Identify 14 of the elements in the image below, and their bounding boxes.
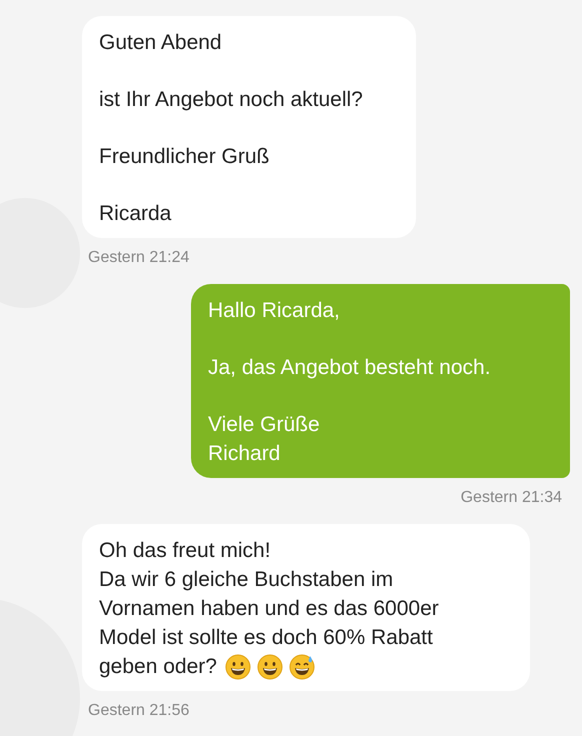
message-time: Gestern 21:56 <box>87 701 190 721</box>
grinning-sweat-face-icon <box>288 654 315 680</box>
message-text: Ricarda <box>99 201 172 227</box>
message-text: Hallo Ricarda, <box>208 298 341 324</box>
message-text: ist Ihr Angebot noch aktuell? <box>99 87 364 113</box>
message-text: Guten Abend <box>99 30 223 56</box>
message-time: Gestern 21:24 <box>87 248 190 268</box>
message-text: Viele Grüße Richard <box>208 412 321 467</box>
message-text: Oh das freut mich! Da wir 6 gleiche Buchstaben im Vornamen haben und es das 6000er Model ist sollte es doch 60% Rabatt geben oder? <box>99 536 513 681</box>
message-text: Ja, das Angebot besteht noch. <box>208 355 492 381</box>
grinning-face-icon <box>224 654 251 680</box>
message-text: Freundlicher Gruß <box>99 144 270 170</box>
message-time: Gestern 21:34 <box>460 488 563 508</box>
grinning-face-icon <box>256 654 283 680</box>
